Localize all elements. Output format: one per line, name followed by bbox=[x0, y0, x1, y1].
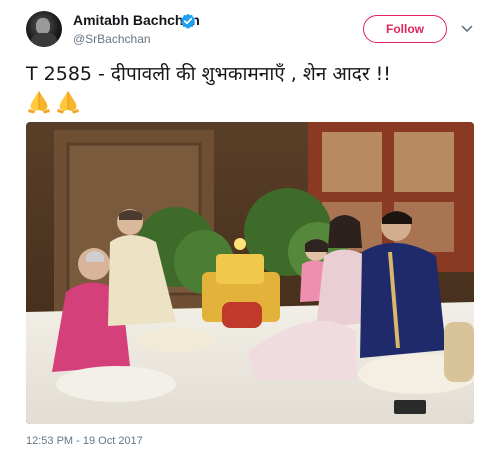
verified-badge-icon bbox=[180, 13, 196, 29]
tweet-card: Amitabh Bachchan @SrBachchan Follow T 25… bbox=[0, 0, 494, 459]
author-avatar[interactable] bbox=[26, 11, 62, 47]
author-handle[interactable]: @SrBachchan bbox=[73, 32, 151, 46]
tweet-photo[interactable] bbox=[26, 122, 474, 424]
avatar-face bbox=[36, 18, 50, 34]
chevron-down-icon[interactable] bbox=[461, 24, 473, 34]
folded-hands-icon bbox=[57, 91, 79, 114]
photo-illustration bbox=[26, 122, 474, 424]
folded-hands-icon bbox=[28, 91, 50, 114]
follow-button[interactable]: Follow bbox=[363, 15, 447, 43]
tweet-text: T 2585 - दीपावली की शुभकामनाएँ , शेन आदर… bbox=[26, 63, 391, 85]
emoji-row bbox=[26, 88, 81, 114]
avatar-body bbox=[31, 33, 57, 47]
tweet-timestamp[interactable]: 12:53 PM - 19 Oct 2017 bbox=[26, 435, 143, 447]
